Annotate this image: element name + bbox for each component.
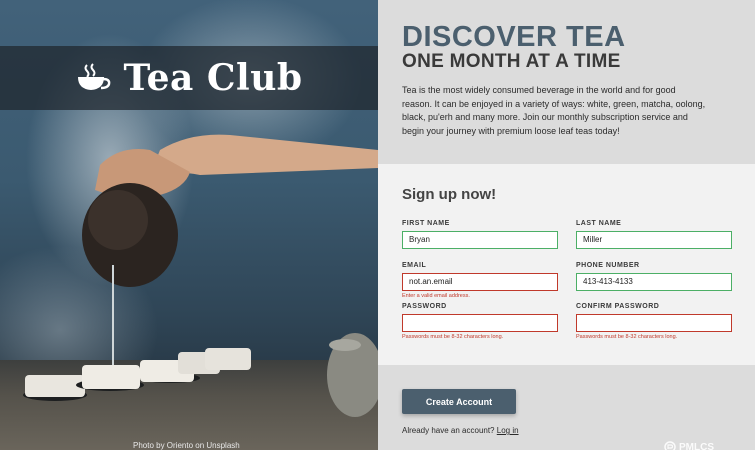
teacup-icon bbox=[78, 63, 111, 90]
watermark-logo-icon bbox=[664, 441, 676, 450]
signup-panel: DISCOVER TEA ONE MONTH AT A TIME Tea is … bbox=[378, 0, 755, 450]
first-name-input[interactable]: Bryan bbox=[402, 231, 558, 249]
login-link[interactable]: Log in bbox=[497, 426, 519, 435]
intro-paragraph: Tea is the most widely consumed beverage… bbox=[402, 85, 706, 136]
phone-input[interactable]: 413-413-4133 bbox=[576, 273, 732, 291]
password-input[interactable] bbox=[402, 314, 558, 332]
confirm-password-input[interactable] bbox=[576, 314, 732, 332]
last-name-field: LAST NAME Miller bbox=[576, 220, 732, 249]
password-label: PASSWORD bbox=[402, 303, 447, 310]
phone-field: PHONE NUMBER 413-413-4133 bbox=[576, 262, 732, 291]
email-label: EMAIL bbox=[402, 262, 427, 269]
watermark-text: PMLCS bbox=[679, 441, 714, 450]
login-prompt: Already have an account? Log in bbox=[402, 426, 519, 435]
hero-photo: Tea Club Photo by Oriento on Unsplash bbox=[0, 0, 378, 450]
page-subtitle: ONE MONTH AT A TIME bbox=[402, 51, 621, 72]
last-name-label: LAST NAME bbox=[576, 220, 622, 227]
photo-credit: Photo by Oriento on Unsplash bbox=[133, 441, 240, 450]
confirm-password-field: CONFIRM PASSWORD Passwords must be 8-32 … bbox=[576, 303, 732, 340]
email-error: Enter a valid email address. bbox=[402, 293, 470, 299]
email-input[interactable]: not.an.email bbox=[402, 273, 558, 291]
watermark: PMLCS bbox=[664, 441, 714, 450]
brand-banner: Tea Club bbox=[0, 46, 378, 110]
first-name-label: FIRST NAME bbox=[402, 220, 450, 227]
page-title: DISCOVER TEA bbox=[402, 21, 626, 53]
login-prompt-text: Already have an account? bbox=[402, 426, 495, 435]
signup-form: Sign up now! FIRST NAME Bryan LAST NAME … bbox=[378, 164, 755, 365]
first-name-field: FIRST NAME Bryan bbox=[402, 220, 558, 249]
phone-label: PHONE NUMBER bbox=[576, 262, 640, 269]
create-account-button[interactable]: Create Account bbox=[402, 389, 516, 414]
brand-name: Tea Club bbox=[123, 57, 303, 99]
confirm-password-label: CONFIRM PASSWORD bbox=[576, 303, 660, 310]
password-error: Passwords must be 8-32 characters long. bbox=[402, 334, 504, 340]
form-heading: Sign up now! bbox=[402, 186, 497, 203]
password-field: PASSWORD Passwords must be 8-32 characte… bbox=[402, 303, 558, 340]
email-field: EMAIL not.an.email Enter a valid email a… bbox=[402, 262, 558, 299]
confirm-password-error: Passwords must be 8-32 characters long. bbox=[576, 334, 678, 340]
last-name-input[interactable]: Miller bbox=[576, 231, 732, 249]
hero-text: DISCOVER TEA ONE MONTH AT A TIME Tea is … bbox=[402, 21, 705, 138]
